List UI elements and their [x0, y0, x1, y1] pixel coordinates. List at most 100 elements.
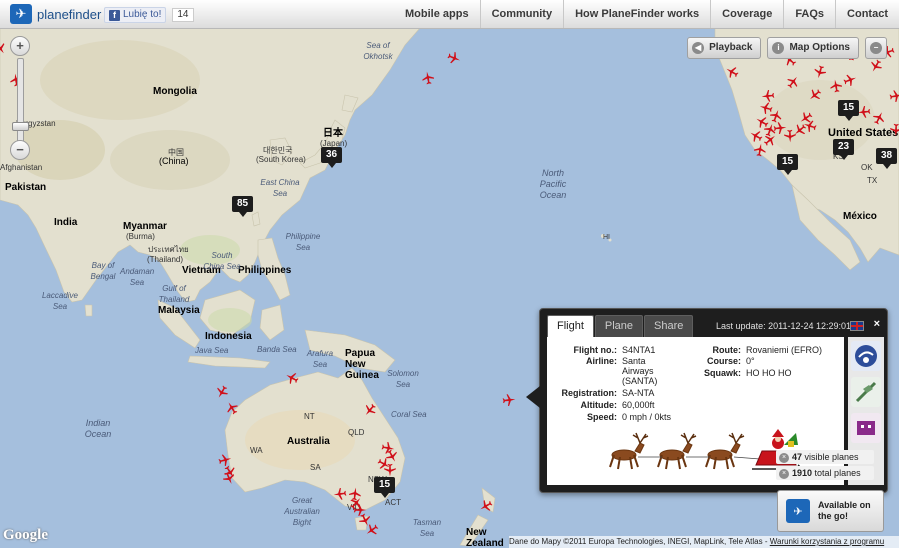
plane-icon[interactable]	[225, 401, 239, 415]
plane-icon[interactable]	[857, 105, 871, 119]
plane-icon[interactable]	[333, 487, 347, 501]
label-mongolia: Mongolia	[153, 86, 197, 97]
plane-icon[interactable]	[808, 88, 822, 102]
label-act: ACT	[385, 498, 401, 507]
cluster-count-japan[interactable]: 36	[321, 147, 343, 168]
label-philippine-sea: Philippine Sea	[285, 232, 321, 252]
cluster-count-australia[interactable]: 15	[374, 477, 396, 498]
plane-icon[interactable]	[843, 73, 857, 87]
last-update-label: Last update:	[716, 321, 766, 331]
main-nav: Mobile apps Community How PlaneFinder wo…	[394, 0, 899, 28]
label-coral-sea: Coral Sea	[391, 410, 427, 419]
zoom-in-button[interactable]: +	[10, 36, 30, 56]
zoom-slider-handle[interactable]	[12, 122, 29, 131]
course-value: 0°	[746, 356, 755, 366]
plane-icon[interactable]	[813, 65, 827, 79]
plane-icon[interactable]	[365, 523, 379, 537]
plane-photo-icon[interactable]	[851, 377, 881, 407]
label-papua-new-guinea: Papua New Guinea	[345, 348, 379, 381]
label-laccadive-sea: Laccadive Sea	[41, 291, 79, 311]
label-andaman-sea: Andaman Sea	[120, 267, 155, 287]
visible-label: visible planes	[804, 452, 859, 462]
collapse-button[interactable]: −	[865, 37, 887, 59]
label-burma: (Burma)	[126, 232, 155, 241]
plane-icon[interactable]	[363, 403, 377, 417]
map-attribution: Dane do Mapy ©2011 Europa Technologies, …	[509, 536, 899, 548]
mobile-app-badge[interactable]: ✈ Available on the go!	[777, 490, 884, 532]
close-panel-button[interactable]: ×	[874, 318, 880, 330]
plane-icon[interactable]	[803, 119, 817, 133]
plane-icon[interactable]	[502, 393, 516, 407]
zoom-out-button[interactable]: −	[10, 140, 30, 160]
tab-plane[interactable]: Plane	[594, 315, 644, 337]
info-icon: i	[772, 42, 785, 54]
plane-icon[interactable]	[0, 41, 7, 55]
label-tasman-sea: Tasman Sea	[412, 518, 442, 538]
track-flight-icon[interactable]	[851, 341, 881, 371]
facebook-like-button[interactable]: f Lubię to!	[104, 7, 167, 23]
google-logo[interactable]: Google	[3, 527, 48, 544]
facebook-icon: f	[109, 9, 120, 21]
nav-coverage[interactable]: Coverage	[710, 0, 783, 28]
plane-icon[interactable]	[725, 65, 739, 79]
plane-icon[interactable]	[447, 51, 461, 65]
close-small-icon[interactable]: ×	[779, 468, 789, 479]
label-hi: HI	[603, 234, 610, 241]
label-south-china-sea: South China Sea	[203, 251, 241, 271]
plane-icon[interactable]	[869, 59, 883, 73]
label-east-china-sea: East China Sea	[260, 178, 300, 198]
label-wa: WA	[250, 446, 263, 455]
space-invader-icon[interactable]	[851, 413, 881, 443]
label-arafura-sea: Arafura Sea	[306, 349, 334, 369]
plane-icon[interactable]	[383, 463, 397, 477]
flight-no-value: S4NTA1	[622, 345, 656, 355]
cluster-count-us-west[interactable]: 15	[777, 154, 799, 175]
cluster-count-china[interactable]: 85	[232, 196, 254, 217]
logo-text: planefinder	[37, 6, 102, 22]
plane-icon[interactable]	[786, 75, 800, 89]
nav-community[interactable]: Community	[479, 0, 564, 28]
nav-mobile-apps[interactable]: Mobile apps	[394, 0, 480, 28]
airline-label: Airline:	[585, 356, 617, 366]
map-options-button[interactable]: i Map Options	[767, 37, 859, 59]
zoom-control: + −	[10, 36, 30, 160]
plane-icon[interactable]	[285, 371, 299, 385]
close-small-icon[interactable]: ×	[779, 452, 789, 463]
plane-icon[interactable]	[889, 123, 899, 137]
planefinder-logo[interactable]: ✈ planefinder	[10, 4, 101, 24]
tab-flight[interactable]: Flight	[547, 315, 594, 337]
flight-no-label: Flight no.:	[573, 345, 617, 355]
label-pakistan: Pakistan	[5, 182, 47, 193]
terms-link[interactable]: Warunki korzystania z programu	[770, 537, 884, 546]
playback-button[interactable]: ◀ Playback	[687, 37, 762, 59]
plane-icon[interactable]	[215, 385, 229, 399]
cluster-count-us-central[interactable]: 23	[833, 139, 855, 160]
plane-icon[interactable]	[421, 71, 435, 85]
plane-icon[interactable]	[753, 143, 767, 157]
plane-icon[interactable]	[872, 111, 886, 125]
registration-label: Registration:	[561, 388, 617, 398]
zoom-slider-track[interactable]	[17, 58, 24, 150]
label-great-australian-bight: Great Australian Bight	[284, 496, 320, 527]
nav-faqs[interactable]: FAQs	[783, 0, 835, 28]
plane-icon[interactable]	[829, 79, 843, 93]
plane-icon[interactable]	[222, 471, 236, 485]
flight-info-panel: Flight Plane Share Last update: 2011-12-…	[526, 308, 888, 493]
facebook-like-count: 14	[172, 8, 194, 22]
plane-icon[interactable]	[889, 89, 899, 103]
course-label: Course:	[706, 356, 741, 366]
plane-icon[interactable]	[479, 499, 493, 513]
label-afghanistan: Afghanistan	[0, 163, 43, 172]
plane-icon[interactable]	[783, 129, 797, 143]
nav-contact[interactable]: Contact	[835, 0, 899, 28]
rewind-icon: ◀	[692, 42, 705, 54]
squawk-label: Squawk:	[703, 368, 741, 378]
speed-label: Speed:	[586, 412, 617, 422]
cluster-count-us-north[interactable]: 15	[838, 100, 860, 121]
cluster-count-us-east[interactable]: 38	[876, 148, 898, 169]
label-new-zealand: New Zealand	[466, 527, 504, 548]
tab-share[interactable]: Share	[644, 315, 694, 337]
route-value: Rovaniemi (EFRO)	[746, 345, 823, 355]
nav-how-it-works[interactable]: How PlaneFinder works	[563, 0, 710, 28]
uk-flag-icon[interactable]	[850, 321, 864, 331]
